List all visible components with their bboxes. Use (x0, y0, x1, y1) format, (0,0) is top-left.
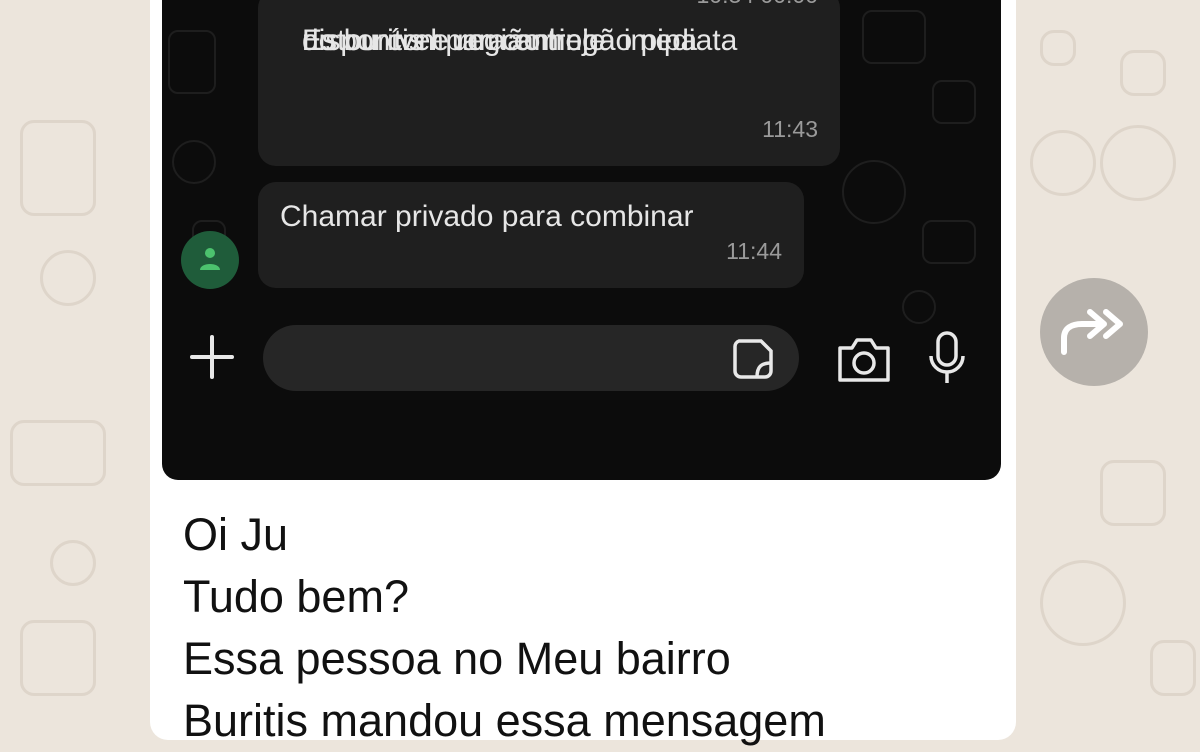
message-body-line: Oi Ju (183, 509, 289, 560)
message-line: no buritis e região hoje (302, 24, 606, 57)
wallpaper-doodle (1100, 125, 1176, 201)
plus-icon[interactable] (188, 333, 236, 381)
wallpaper-doodle (1030, 130, 1096, 196)
wallpaper-doodle (1100, 460, 1166, 526)
person-icon (200, 248, 220, 270)
message-body-line: Buritis mandou essa mensagem (183, 695, 826, 746)
wallpaper-doodle (20, 120, 96, 216)
wallpaper-doodle (40, 250, 96, 306)
wallpaper-doodle (20, 620, 96, 696)
sticker-icon[interactable] (731, 337, 775, 381)
wallpaper-doodle (50, 540, 96, 586)
chat-message[interactable]: 10:34 00:00 Estou com um caminhão pipa d… (258, 0, 840, 166)
wallpaper-doodle (10, 420, 106, 486)
message-line: Chamar privado para combinar (280, 200, 694, 233)
wallpaper-doodle (1150, 640, 1196, 696)
wallpaper-doodle (1040, 30, 1076, 66)
message-time: 11:44 (726, 238, 782, 264)
wallpaper-doodle (1040, 560, 1126, 646)
message-body-line: Essa pessoa no Meu bairro (183, 633, 731, 684)
forward-icon (1061, 309, 1123, 355)
wallpaper-doodle (1120, 50, 1166, 96)
camera-icon[interactable] (836, 334, 892, 384)
chat-message[interactable]: Chamar privado para combinar 11:44 (258, 182, 804, 288)
forward-button[interactable] (1040, 278, 1148, 386)
message-input[interactable] (263, 325, 799, 391)
sender-avatar[interactable] (181, 231, 239, 289)
clipped-header-text: 10:34 00:00 (696, 0, 818, 18)
mic-icon[interactable] (926, 330, 968, 386)
message-body: Oi Ju Tudo bem? Essa pessoa no Meu bairr… (183, 504, 1003, 752)
message-body-line: Tudo bem? (183, 571, 409, 622)
message-time: 11:43 (762, 116, 818, 142)
